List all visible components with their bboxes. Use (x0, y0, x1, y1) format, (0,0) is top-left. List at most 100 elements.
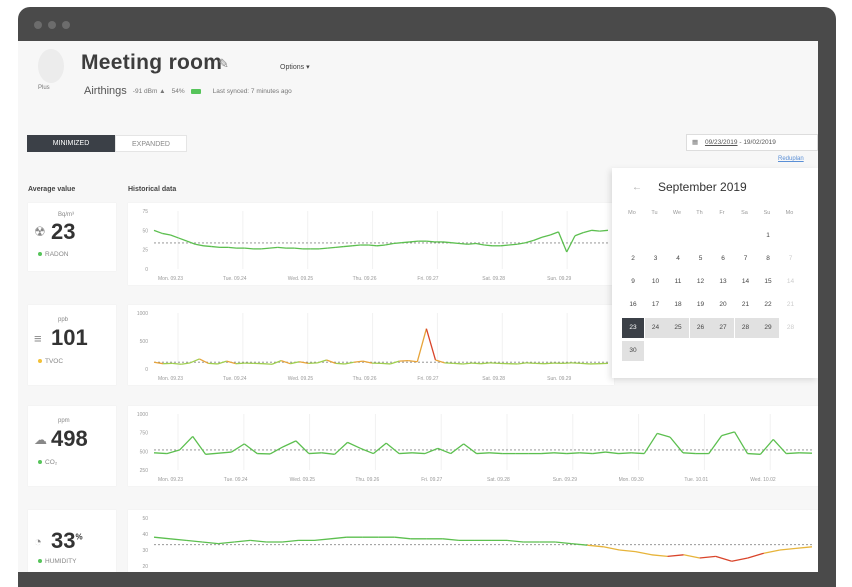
calendar-day[interactable]: 14 (780, 272, 802, 292)
data-segment (172, 362, 182, 365)
options-dropdown[interactable]: Options ▾ (280, 63, 310, 71)
co2-icon: ☁ (34, 432, 47, 447)
co2-chart-svg: 1000 750 500 250 Mon. 09.23 Tue. 09.24 Wed. 09… (137, 412, 813, 483)
tab-minimized[interactable]: MINIMIZED (27, 135, 115, 152)
last-synced-text: Last synced: 7 minutes ago (212, 87, 292, 95)
humidity-label: HUMIDITY (38, 558, 76, 565)
data-segment (553, 452, 567, 455)
edit-pencil-icon[interactable]: ✎ (218, 56, 229, 72)
x-tick-label: Sat. 09.28 (482, 276, 505, 282)
calendar-day[interactable]: 7 (735, 249, 757, 269)
weekday-label: Fr (719, 210, 725, 216)
data-segment (599, 229, 609, 232)
calendar-day[interactable]: 2 (622, 249, 644, 269)
calendar-day[interactable]: 22 (757, 295, 779, 315)
tvoc-icon: ≡ (34, 331, 42, 346)
calendar-day[interactable]: 13 (712, 272, 734, 292)
calendar-day[interactable]: 24 (644, 318, 667, 338)
data-segment (459, 242, 468, 245)
calendar-day[interactable]: 1 (757, 226, 779, 246)
data-segment (795, 546, 813, 550)
tvoc-history-chart[interactable]: 1000 500 0 Mon. 09.23 Tue. 09.24 Wed. 09.25 Th… (128, 305, 614, 385)
y-tick-label: 0 (145, 367, 148, 373)
calendar-day[interactable]: 5 (690, 249, 712, 269)
tab-expanded[interactable]: EXPANDED (115, 135, 187, 152)
window-zoom-dot[interactable] (62, 21, 70, 29)
weekday-label: We (672, 210, 682, 216)
data-segment (566, 235, 576, 253)
data-segment (308, 362, 318, 365)
data-segment (360, 447, 374, 455)
radon-history-chart[interactable]: 75 50 25 0 Mon. 09.23 Tue. 09.24 Wed. 09.25 Thu… (128, 203, 614, 285)
reset-link[interactable]: Reduplan (778, 156, 804, 162)
calendar-day[interactable]: 6 (712, 249, 734, 269)
data-segment (786, 452, 800, 455)
calendar-day[interactable]: 10 (645, 272, 667, 292)
data-segment (199, 358, 209, 364)
date-from[interactable]: 09/23/2019 (705, 139, 738, 146)
radon-status-dot (38, 252, 42, 257)
calendar-day[interactable]: 27 (712, 318, 734, 338)
calendar-day[interactable]: 8 (757, 249, 779, 269)
calendar-day[interactable]: 23 (622, 318, 644, 338)
calendar-day[interactable]: 25 (667, 318, 689, 338)
calendar-day[interactable]: 26 (689, 318, 712, 338)
window-close-dot[interactable] (34, 21, 42, 29)
calendar-day[interactable]: 17 (645, 295, 667, 315)
date-to[interactable]: 19/02/2019 (743, 139, 776, 146)
data-segment (347, 441, 361, 449)
calendar-day[interactable]: 29 (757, 318, 779, 338)
y-tick-label: 1000 (137, 311, 148, 317)
calendar-day[interactable]: 21 (735, 295, 757, 315)
calendar-day[interactable]: 14 (735, 272, 757, 292)
data-segment (571, 542, 588, 546)
calendar-day[interactable]: 3 (645, 249, 667, 269)
data-segment (451, 242, 460, 245)
data-segment (631, 452, 645, 455)
window-minimize-dot[interactable] (48, 21, 56, 29)
y-tick-label: 30 (142, 548, 148, 554)
data-segment (277, 246, 287, 249)
calendar-day[interactable]: 19 (690, 295, 712, 315)
data-segment (218, 541, 235, 545)
data-segment (376, 244, 386, 247)
data-segment (592, 451, 606, 455)
data-segment (208, 362, 218, 365)
calendar-day[interactable]: 11 (667, 272, 689, 292)
humidity-chart-svg: 50 40 30 20 (142, 516, 813, 570)
data-segment (162, 232, 171, 236)
data-segment (669, 436, 684, 454)
calendar-day[interactable]: 4 (667, 249, 689, 269)
y-tick-label: 1000 (137, 412, 148, 418)
data-segment (203, 245, 212, 248)
data-segment (250, 539, 267, 543)
calendar-day[interactable]: 18 (667, 295, 689, 315)
device-status-row: Airthings -91 dBm ▲ 54% Last synced: 7 m… (84, 85, 292, 97)
calendar-day[interactable]: 16 (622, 295, 644, 315)
calendar-day[interactable]: 28 (780, 318, 802, 338)
data-segment (500, 244, 510, 247)
y-tick-label: 40 (142, 532, 148, 538)
co2-history-chart[interactable]: 1000 750 500 250 Mon. 09.23 Tue. 09.24 Wed. 09… (128, 406, 818, 486)
humidity-history-chart[interactable]: 50 40 30 20 (128, 510, 818, 572)
device-avatar (38, 49, 64, 83)
calendar-day[interactable]: 30 (622, 341, 644, 361)
calendar-day[interactable]: 28 (734, 318, 757, 338)
x-tick-label: Tue. 09.24 (224, 477, 248, 483)
calendar-day[interactable]: 21 (780, 295, 802, 315)
data-segment (471, 362, 481, 365)
data-segment (269, 446, 284, 455)
data-segment (334, 441, 348, 455)
calendar-day[interactable]: 7 (780, 249, 802, 269)
calendar-day[interactable]: 9 (622, 272, 644, 292)
calendar-day[interactable]: 15 (757, 272, 779, 292)
calendar-prev-arrow-icon[interactable]: ← (632, 182, 642, 193)
data-segment (179, 435, 194, 451)
data-segment (591, 229, 600, 232)
calendar-day[interactable]: 20 (712, 295, 734, 315)
x-tick-label: Sat. 09.28 (482, 376, 505, 382)
data-segment (153, 361, 164, 365)
calendar-day[interactable]: 12 (690, 272, 712, 292)
date-range-picker[interactable]: ▦ 09/23/2019 - 19/02/2019 (686, 134, 818, 151)
data-segment (579, 452, 593, 455)
